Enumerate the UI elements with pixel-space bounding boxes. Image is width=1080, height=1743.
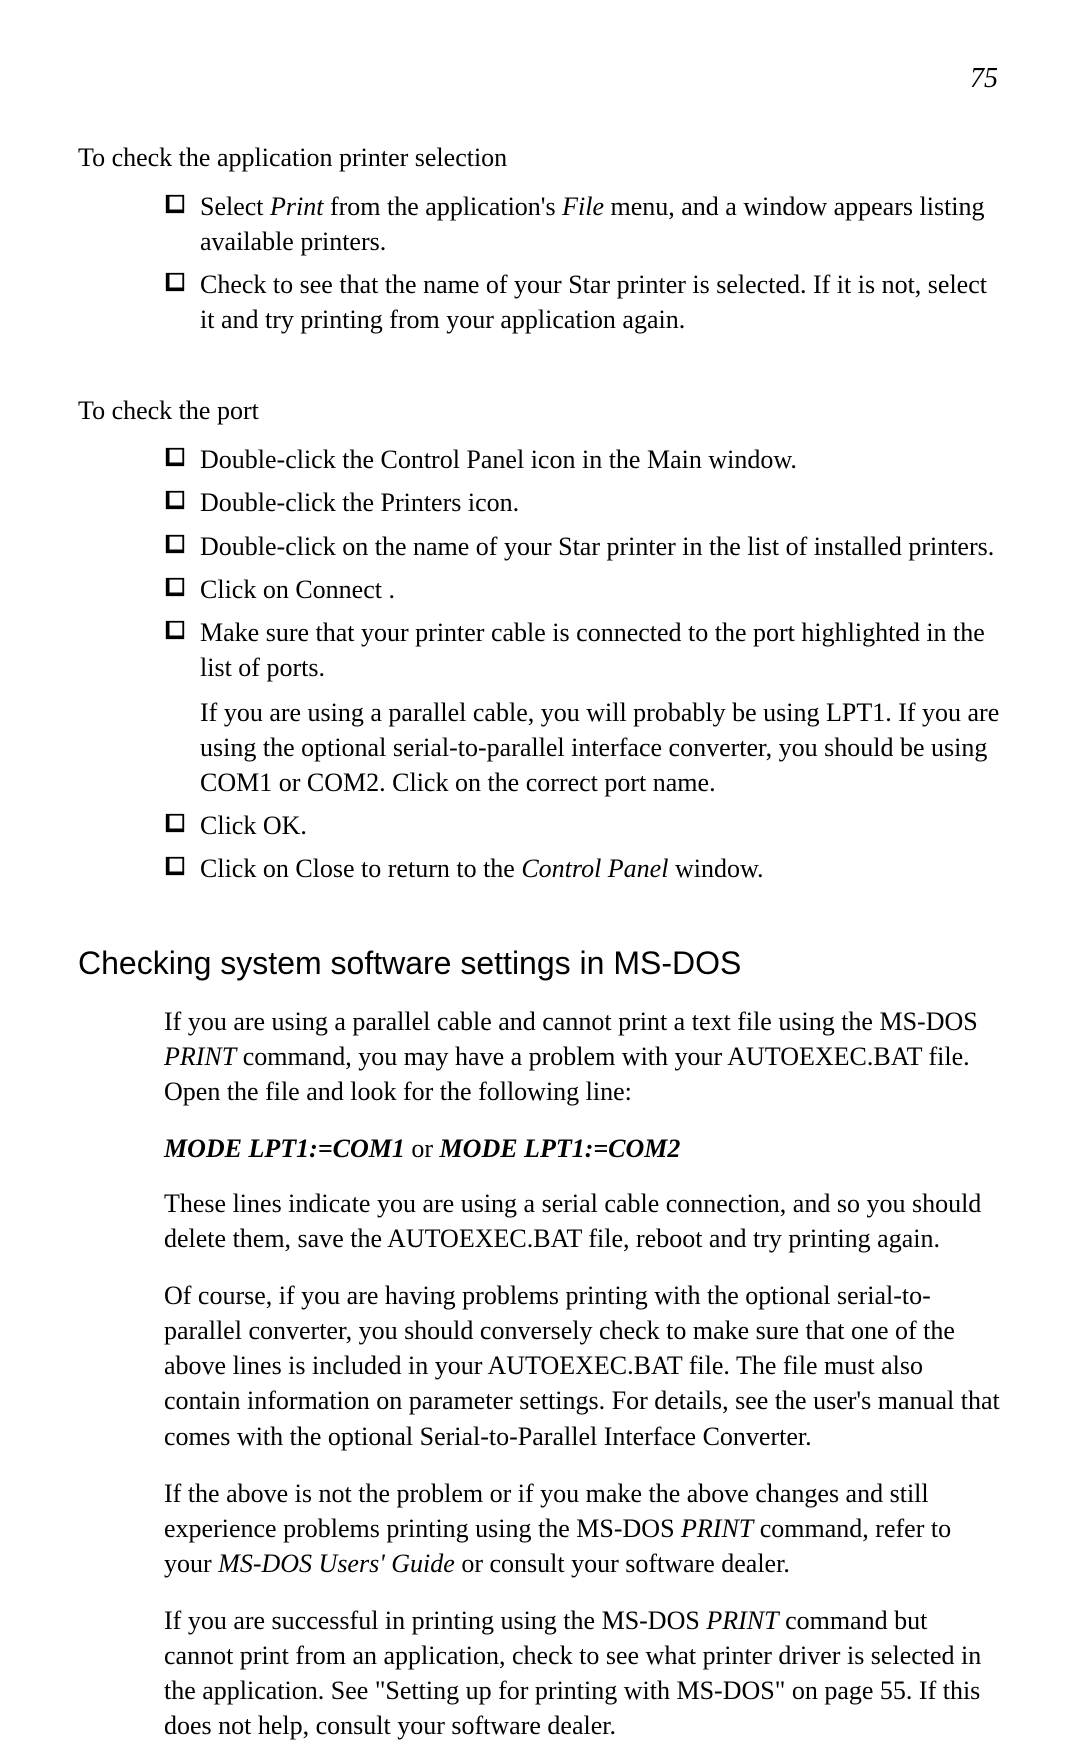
list-item-text: Double-click the Printers icon.: [200, 485, 1002, 520]
checkbox-icon: [164, 193, 188, 217]
list-item: Double-click the Control Panel icon in t…: [164, 442, 1002, 477]
page-number: 75: [78, 60, 998, 98]
checkbox-icon: [164, 619, 188, 643]
section3-body: If you are using a parallel cable and ca…: [164, 1004, 1002, 1743]
list-item-text: Click on Close to return to the Control …: [200, 851, 1002, 886]
section2-intro: To check the port: [78, 393, 1002, 428]
section1-intro: To check the application printer selecti…: [78, 140, 1002, 175]
list-item: Click OK.: [164, 808, 1002, 843]
list-item: Check to see that the name of your Star …: [164, 267, 1002, 337]
checkbox-icon: [164, 812, 188, 836]
body-paragraph: If you are using a parallel cable and ca…: [164, 1004, 1002, 1109]
checkbox-icon: [164, 533, 188, 557]
list-item-text: Double-click on the name of your Star pr…: [200, 529, 1002, 564]
body-paragraph: If the above is not the problem or if yo…: [164, 1476, 1002, 1581]
checkbox-icon: [164, 576, 188, 600]
body-paragraph: If you are successful in printing using …: [164, 1603, 1002, 1743]
checkbox-icon: [164, 446, 188, 470]
list-item-text: Make sure that your printer cable is con…: [200, 615, 1002, 800]
mode-command-line: MODE LPT1:=COM1 or MODE LPT1:=COM2: [164, 1131, 1002, 1166]
list-item: Select Print from the application's File…: [164, 189, 1002, 259]
list-item-text: Double-click the Control Panel icon in t…: [200, 442, 1002, 477]
list-item: Double-click the Printers icon.: [164, 485, 1002, 520]
section-heading-msdos: Checking system software settings in MS-…: [78, 942, 1002, 985]
list-item-text: Click OK.: [200, 808, 1002, 843]
body-paragraph: Of course, if you are having problems pr…: [164, 1278, 1002, 1453]
checkbox-icon: [164, 271, 188, 295]
body-paragraph: These lines indicate you are using a ser…: [164, 1186, 1002, 1256]
checkbox-icon: [164, 855, 188, 879]
list-item: Make sure that your printer cable is con…: [164, 615, 1002, 800]
list-item: Double-click on the name of your Star pr…: [164, 529, 1002, 564]
list-item: Click on Connect .: [164, 572, 1002, 607]
list-item-text: Select Print from the application's File…: [200, 189, 1002, 259]
list-item: Click on Close to return to the Control …: [164, 851, 1002, 886]
section2-checklist: Double-click the Control Panel icon in t…: [164, 442, 1002, 886]
list-item-text: Check to see that the name of your Star …: [200, 267, 1002, 337]
checkbox-icon: [164, 489, 188, 513]
list-item-extra: If you are using a parallel cable, you w…: [200, 695, 1002, 800]
list-item-text: Click on Connect .: [200, 572, 1002, 607]
section1-checklist: Select Print from the application's File…: [164, 189, 1002, 337]
